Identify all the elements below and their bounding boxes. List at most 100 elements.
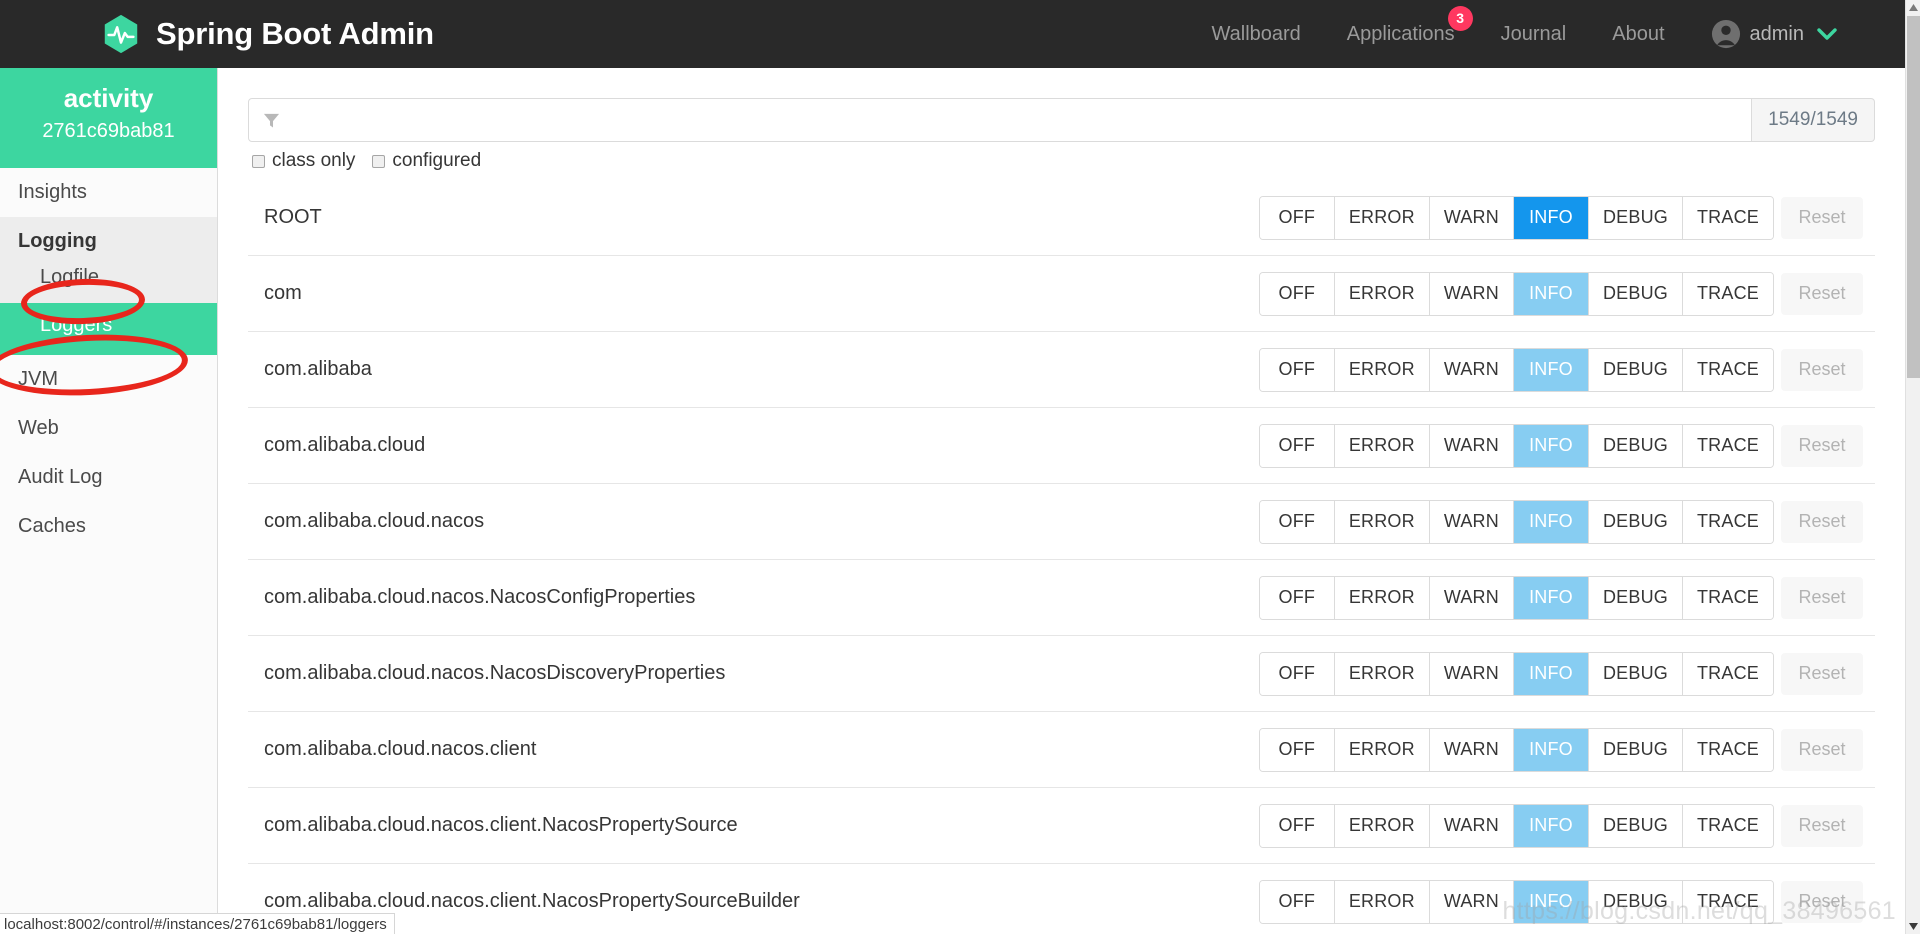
- sidebar-item-logfile[interactable]: Logfile: [0, 259, 217, 303]
- level-button-debug[interactable]: DEBUG: [1589, 501, 1683, 543]
- logger-filter-field[interactable]: [248, 98, 1752, 142]
- level-button-trace[interactable]: TRACE: [1683, 349, 1773, 391]
- level-button-off[interactable]: OFF: [1260, 881, 1335, 923]
- logger-reset-button[interactable]: Reset: [1781, 577, 1863, 619]
- level-button-debug[interactable]: DEBUG: [1589, 273, 1683, 315]
- level-button-error[interactable]: ERROR: [1335, 197, 1430, 239]
- scrollbar-thumb[interactable]: [1907, 16, 1920, 378]
- level-button-error[interactable]: ERROR: [1335, 425, 1430, 467]
- logger-reset-button[interactable]: Reset: [1781, 653, 1863, 695]
- level-button-error[interactable]: ERROR: [1335, 577, 1430, 619]
- level-button-trace[interactable]: TRACE: [1683, 729, 1773, 771]
- level-button-error[interactable]: ERROR: [1335, 729, 1430, 771]
- sidebar-instance-header: activity 2761c69bab81: [0, 68, 217, 168]
- level-button-off[interactable]: OFF: [1260, 729, 1335, 771]
- scrollbar-up-arrow-icon[interactable]: [1906, 0, 1920, 15]
- level-button-trace[interactable]: TRACE: [1683, 653, 1773, 695]
- level-button-trace[interactable]: TRACE: [1683, 425, 1773, 467]
- level-button-off[interactable]: OFF: [1260, 577, 1335, 619]
- level-button-trace[interactable]: TRACE: [1683, 273, 1773, 315]
- scrollbar-down-arrow-icon[interactable]: [1906, 919, 1920, 934]
- level-button-trace[interactable]: TRACE: [1683, 501, 1773, 543]
- logger-name: com.alibaba.cloud.nacos.client.NacosProp…: [264, 890, 1259, 913]
- level-button-trace[interactable]: TRACE: [1683, 881, 1773, 923]
- level-button-trace[interactable]: TRACE: [1683, 577, 1773, 619]
- level-button-error[interactable]: ERROR: [1335, 273, 1430, 315]
- level-button-warn[interactable]: WARN: [1430, 729, 1514, 771]
- level-button-error[interactable]: ERROR: [1335, 805, 1430, 847]
- level-button-info[interactable]: INFO: [1514, 349, 1589, 391]
- level-button-info[interactable]: INFO: [1514, 273, 1589, 315]
- logger-reset-button[interactable]: Reset: [1781, 273, 1863, 315]
- sidebar-item-loggers[interactable]: Loggers: [0, 303, 217, 355]
- level-button-info[interactable]: INFO: [1514, 881, 1589, 923]
- level-button-warn[interactable]: WARN: [1430, 577, 1514, 619]
- level-button-debug[interactable]: DEBUG: [1589, 349, 1683, 391]
- level-button-warn[interactable]: WARN: [1430, 425, 1514, 467]
- nav-link-wallboard[interactable]: Wallboard: [1212, 23, 1301, 46]
- level-button-warn[interactable]: WARN: [1430, 501, 1514, 543]
- sidebar-item-web[interactable]: Web: [0, 404, 217, 453]
- level-button-trace[interactable]: TRACE: [1683, 197, 1773, 239]
- logger-reset-button[interactable]: Reset: [1781, 197, 1863, 239]
- logger-reset-button[interactable]: Reset: [1781, 349, 1863, 391]
- user-menu-button[interactable]: admin: [1711, 19, 1837, 49]
- logger-level-controls: OFFERRORWARNINFODEBUGTRACEReset: [1259, 728, 1863, 772]
- nav-link-applications[interactable]: Applications 3: [1347, 23, 1455, 46]
- checkbox-configured[interactable]: configured: [372, 150, 481, 172]
- sidebar-item-jvm[interactable]: JVM: [0, 355, 217, 404]
- level-button-debug[interactable]: DEBUG: [1589, 805, 1683, 847]
- level-button-debug[interactable]: DEBUG: [1589, 197, 1683, 239]
- level-button-debug[interactable]: DEBUG: [1589, 653, 1683, 695]
- level-button-warn[interactable]: WARN: [1430, 881, 1514, 923]
- sidebar-item-insights[interactable]: Insights: [0, 168, 217, 217]
- level-button-trace[interactable]: TRACE: [1683, 805, 1773, 847]
- level-button-info[interactable]: INFO: [1514, 577, 1589, 619]
- level-button-error[interactable]: ERROR: [1335, 881, 1430, 923]
- level-button-off[interactable]: OFF: [1260, 273, 1335, 315]
- level-button-debug[interactable]: DEBUG: [1589, 577, 1683, 619]
- logger-name: com: [264, 282, 1259, 305]
- level-button-error[interactable]: ERROR: [1335, 653, 1430, 695]
- level-button-info[interactable]: INFO: [1514, 805, 1589, 847]
- level-button-info[interactable]: INFO: [1514, 653, 1589, 695]
- logger-filter-input[interactable]: [280, 100, 1751, 140]
- level-button-off[interactable]: OFF: [1260, 653, 1335, 695]
- level-button-debug[interactable]: DEBUG: [1589, 729, 1683, 771]
- level-button-info[interactable]: INFO: [1514, 501, 1589, 543]
- logger-reset-button[interactable]: Reset: [1781, 501, 1863, 543]
- level-button-off[interactable]: OFF: [1260, 805, 1335, 847]
- level-button-warn[interactable]: WARN: [1430, 273, 1514, 315]
- level-button-debug[interactable]: DEBUG: [1589, 425, 1683, 467]
- logger-row: com.alibaba.cloud.nacos.clientOFFERRORWA…: [248, 712, 1875, 788]
- level-button-info[interactable]: INFO: [1514, 197, 1589, 239]
- checkbox-class-only-box[interactable]: [252, 155, 265, 168]
- nav-link-journal[interactable]: Journal: [1501, 23, 1567, 46]
- logger-level-controls: OFFERRORWARNINFODEBUGTRACEReset: [1259, 804, 1863, 848]
- level-button-off[interactable]: OFF: [1260, 197, 1335, 239]
- checkbox-configured-box[interactable]: [372, 155, 385, 168]
- level-button-warn[interactable]: WARN: [1430, 197, 1514, 239]
- level-button-warn[interactable]: WARN: [1430, 349, 1514, 391]
- level-button-warn[interactable]: WARN: [1430, 805, 1514, 847]
- level-button-info[interactable]: INFO: [1514, 729, 1589, 771]
- logger-reset-button[interactable]: Reset: [1781, 425, 1863, 467]
- level-button-info[interactable]: INFO: [1514, 425, 1589, 467]
- sidebar-item-caches[interactable]: Caches: [0, 502, 217, 551]
- checkbox-class-only[interactable]: class only: [252, 150, 355, 172]
- page-scrollbar[interactable]: [1905, 0, 1920, 934]
- level-button-off[interactable]: OFF: [1260, 425, 1335, 467]
- level-button-warn[interactable]: WARN: [1430, 653, 1514, 695]
- logger-reset-button[interactable]: Reset: [1781, 805, 1863, 847]
- level-button-off[interactable]: OFF: [1260, 501, 1335, 543]
- nav-link-about[interactable]: About: [1612, 23, 1664, 46]
- level-button-error[interactable]: ERROR: [1335, 501, 1430, 543]
- logger-reset-button[interactable]: Reset: [1781, 729, 1863, 771]
- level-button-off[interactable]: OFF: [1260, 349, 1335, 391]
- brand-home-link[interactable]: Spring Boot Admin: [100, 13, 434, 55]
- logger-reset-button[interactable]: Reset: [1781, 881, 1863, 923]
- level-button-debug[interactable]: DEBUG: [1589, 881, 1683, 923]
- sidebar-item-audit-log[interactable]: Audit Log: [0, 453, 217, 502]
- level-button-error[interactable]: ERROR: [1335, 349, 1430, 391]
- chevron-down-icon[interactable]: [1804, 27, 1837, 41]
